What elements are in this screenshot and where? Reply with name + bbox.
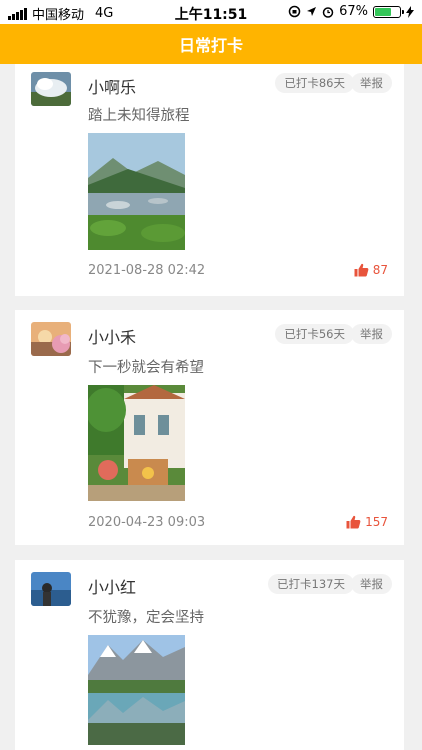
post-card[interactable]: 小啊乐 已打卡86天 举报 踏上未知得旅程 2021-08-28 02:42 8…	[15, 64, 404, 296]
thumbs-up-icon	[354, 263, 369, 277]
post-time: 2020-04-23 09:03	[88, 515, 206, 530]
status-bar: 中国移动 4G 上午11:51 67%	[0, 0, 422, 24]
thumbs-up-icon	[346, 515, 361, 529]
username[interactable]: 小啊乐	[88, 74, 136, 98]
avatar[interactable]	[31, 572, 71, 606]
post-content: 下一秒就会有希望	[88, 360, 204, 376]
streak-badge: 已打卡56天	[275, 324, 354, 344]
battery-percent: 67%	[339, 4, 368, 19]
post-time: 2021-08-28 02:42	[88, 263, 206, 278]
avatar[interactable]	[31, 72, 71, 106]
username[interactable]: 小小禾	[88, 324, 136, 348]
rotation-lock-icon	[288, 5, 301, 18]
checkin-feed[interactable]: 小啊乐 已打卡86天 举报 踏上未知得旅程 2021-08-28 02:42 8…	[0, 64, 422, 750]
streak-badge: 已打卡86天	[275, 73, 354, 93]
like-count: 87	[372, 263, 388, 277]
charging-bolt-icon	[406, 5, 414, 18]
like-button[interactable]: 87	[354, 263, 388, 277]
report-button[interactable]: 举报	[351, 73, 392, 93]
report-button[interactable]: 举报	[351, 324, 392, 344]
nav-bar: 日常打卡	[0, 24, 422, 64]
location-icon	[307, 7, 317, 16]
post-photo[interactable]	[88, 635, 185, 745]
post-card[interactable]: 小小禾 已打卡56天 举报 下一秒就会有希望 2020-04-23 09:03 …	[15, 310, 404, 545]
report-button[interactable]: 举报	[351, 574, 392, 594]
status-right: 67%	[288, 4, 414, 19]
post-photo[interactable]	[88, 133, 185, 250]
username[interactable]: 小小红	[88, 574, 136, 598]
page-title: 日常打卡	[178, 36, 243, 55]
like-count: 157	[365, 515, 388, 529]
post-content: 不犹豫，定会坚持	[88, 610, 204, 626]
alarm-icon	[322, 6, 334, 18]
like-button[interactable]: 157	[346, 515, 388, 529]
post-photo[interactable]	[88, 385, 185, 501]
battery-icon	[373, 5, 404, 18]
avatar[interactable]	[31, 322, 71, 356]
post-content: 踏上未知得旅程	[88, 108, 190, 124]
post-card[interactable]: 小小红 已打卡137天 举报 不犹豫，定会坚持	[15, 560, 404, 750]
streak-badge: 已打卡137天	[268, 574, 354, 594]
